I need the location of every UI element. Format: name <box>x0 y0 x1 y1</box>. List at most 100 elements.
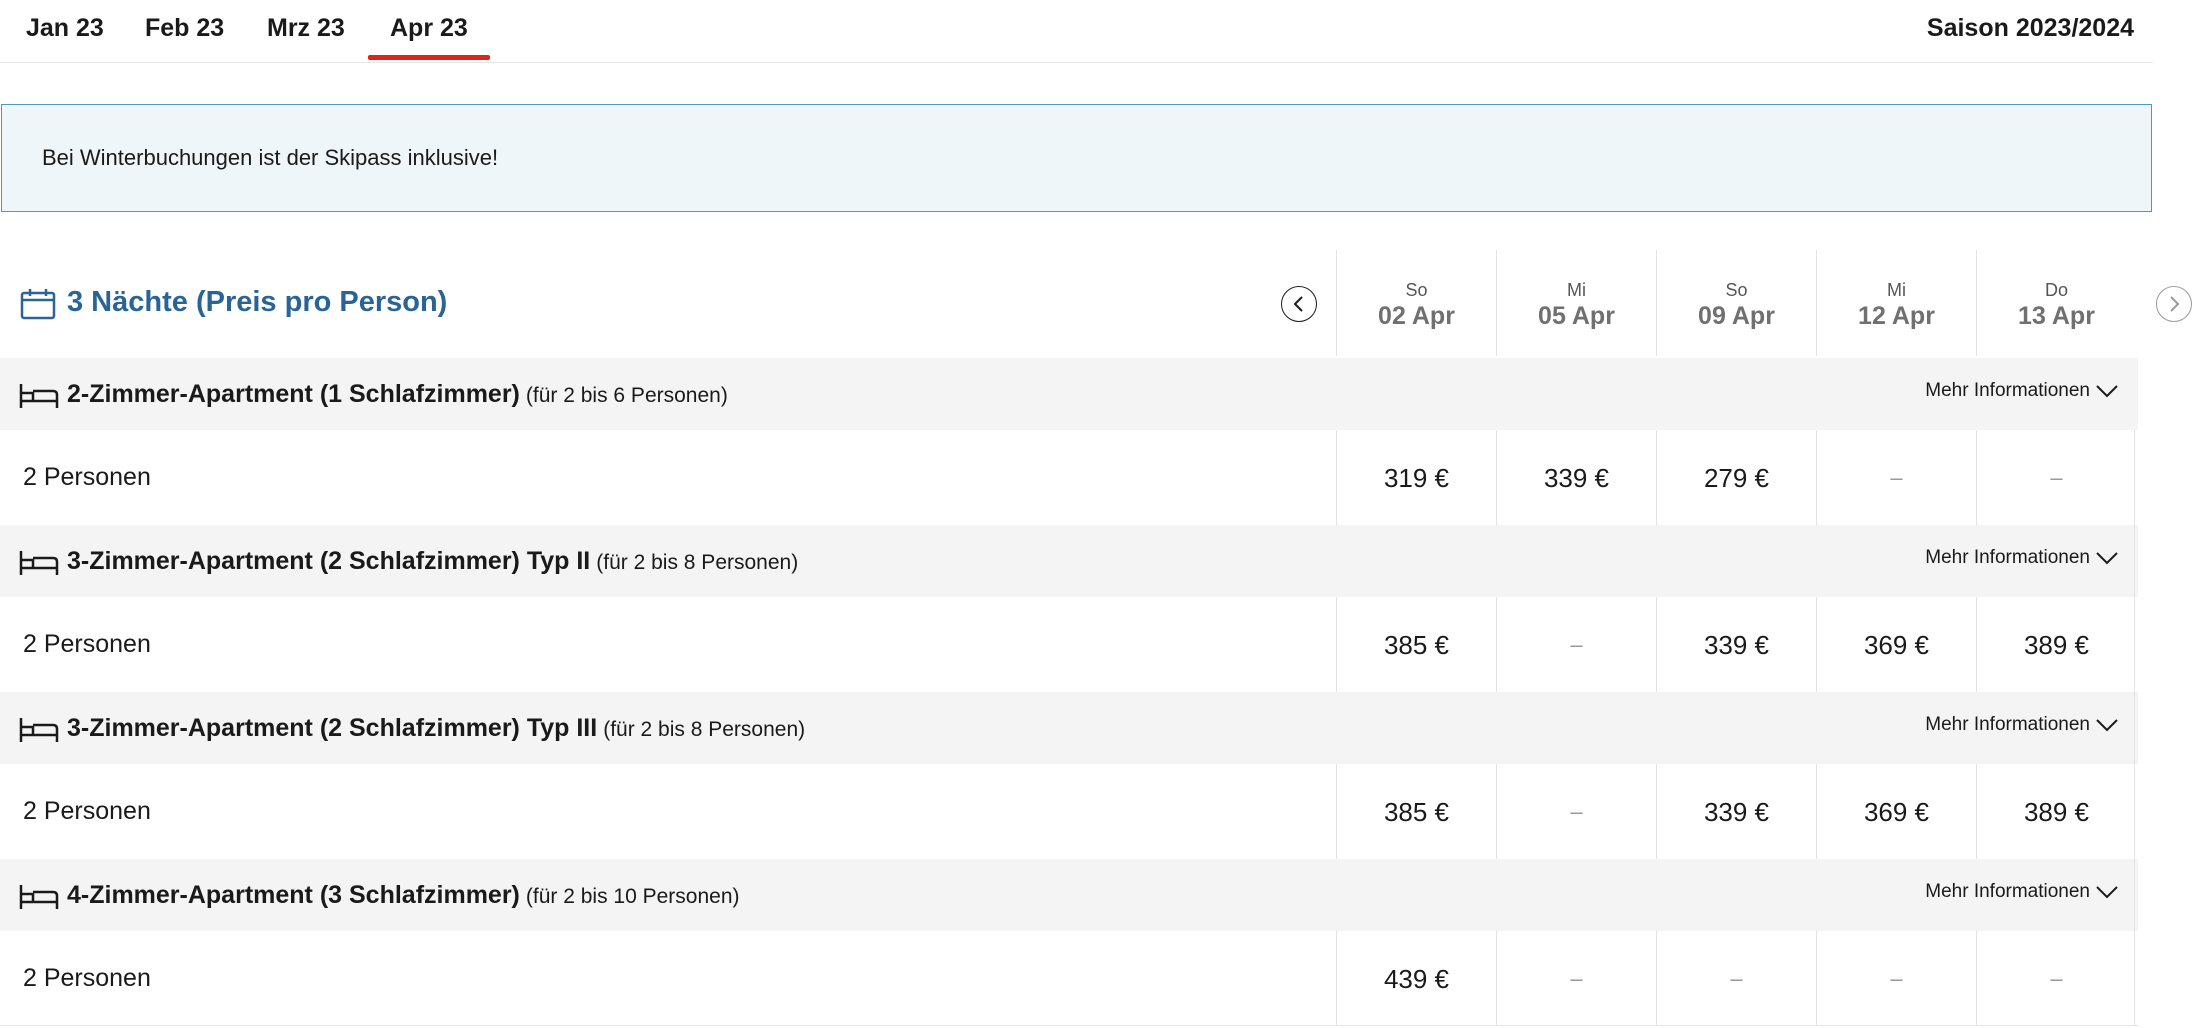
price-cell[interactable]: 339 € <box>1656 764 1816 859</box>
date-weekday: So <box>1405 280 1428 300</box>
more-info-label: Mehr Informationen <box>1925 714 2090 735</box>
price-cell: – <box>1816 931 1976 1026</box>
date-weekday: Mi <box>1567 280 1586 300</box>
chevron-down-icon <box>2096 719 2118 732</box>
more-info-label: Mehr Informationen <box>1925 380 2090 401</box>
category-capacity: (für 2 bis 10 Personen) <box>525 885 740 908</box>
tab-jan-23[interactable]: Jan 23 <box>26 14 104 43</box>
category-name: 4-Zimmer-Apartment (3 Schlafzimmer) (für … <box>67 881 740 910</box>
banner-text: Bei Winterbuchungen ist der Skipass inkl… <box>42 145 499 170</box>
price-unavailable: – <box>2050 465 2063 490</box>
date-label: 12 Apr <box>1858 302 1935 330</box>
price-cell[interactable]: 385 € <box>1336 597 1496 692</box>
persons-label: 2 Personen <box>23 964 151 992</box>
more-info-button[interactable]: Mehr Informationen <box>1925 714 2118 736</box>
price-cell[interactable]: 279 € <box>1656 430 1816 525</box>
next-dates-button[interactable] <box>2156 286 2192 322</box>
price-value: 319 € <box>1383 463 1450 493</box>
date-label: 13 Apr <box>2018 302 2095 330</box>
bed-icon <box>19 384 59 408</box>
category-row: 2-Zimmer-Apartment (1 Schlafzimmer) (für … <box>0 358 2138 430</box>
chevron-down-icon <box>2096 886 2118 899</box>
price-value: 339 € <box>1703 797 1770 827</box>
category-capacity: (für 2 bis 6 Personen) <box>525 384 728 407</box>
month-tabs: Jan 23 Feb 23 Mrz 23 Apr 23 Saison 2023/… <box>0 0 2153 63</box>
price-row: 2 Personen 319 € 339 € 279 € – – <box>0 430 2138 525</box>
price-cell[interactable]: 439 € <box>1336 931 1496 1026</box>
date-weekday: So <box>1725 280 1748 300</box>
price-value: 389 € <box>2023 797 2090 827</box>
price-row: 2 Personen 385 € – 339 € 369 € 389 € <box>0 764 2138 859</box>
price-value: 389 € <box>2023 630 2090 660</box>
price-cell: – <box>1496 931 1656 1026</box>
category-capacity: (für 2 bis 8 Personen) <box>603 718 806 741</box>
price-cell[interactable]: 389 € <box>1976 764 2136 859</box>
bed-icon <box>19 551 59 575</box>
tab-feb-23[interactable]: Feb 23 <box>145 14 224 43</box>
category-row: 3-Zimmer-Apartment (2 Schlafzimmer) Typ … <box>0 525 2138 597</box>
category-name: 2-Zimmer-Apartment (1 Schlafzimmer) (für … <box>67 380 728 409</box>
category-title: 2-Zimmer-Apartment (1 Schlafzimmer) <box>67 380 520 408</box>
date-column: So 09 Apr <box>1656 250 1816 356</box>
chevron-right-icon <box>2170 296 2180 312</box>
category-title: 4-Zimmer-Apartment (3 Schlafzimmer) <box>67 881 520 909</box>
price-cell[interactable]: 389 € <box>1976 597 2136 692</box>
table-right-border <box>2134 430 2135 1025</box>
price-unavailable: – <box>1730 966 1743 991</box>
prev-dates-button[interactable] <box>1281 286 1317 322</box>
price-value: 439 € <box>1383 964 1450 994</box>
price-cell: – <box>1976 931 2136 1026</box>
price-value: 385 € <box>1383 630 1450 660</box>
category-title: 3-Zimmer-Apartment (2 Schlafzimmer) Typ … <box>67 714 598 742</box>
season-label: Saison 2023/2024 <box>1926 14 2134 42</box>
category-title: 3-Zimmer-Apartment (2 Schlafzimmer) Typ … <box>67 547 591 575</box>
price-row: 2 Personen 439 € – – – – <box>0 931 2138 1026</box>
price-row: 2 Personen 385 € – 339 € 369 € 389 € <box>0 597 2138 692</box>
price-cell[interactable]: 319 € <box>1336 430 1496 525</box>
price-cell[interactable]: 369 € <box>1816 597 1976 692</box>
persons-label: 2 Personen <box>23 797 151 825</box>
nights-title: 3 Nächte (Preis pro Person) <box>67 286 448 318</box>
price-table-header: 3 Nächte (Preis pro Person) So 02 Apr Mi… <box>0 250 2202 356</box>
price-unavailable: – <box>2050 966 2063 991</box>
more-info-button[interactable]: Mehr Informationen <box>1925 380 2118 402</box>
price-unavailable: – <box>1570 966 1583 991</box>
table-bottom-border <box>0 1025 2138 1026</box>
persons-label: 2 Personen <box>23 630 151 658</box>
price-value: 369 € <box>1863 630 1930 660</box>
price-cell[interactable]: 339 € <box>1656 597 1816 692</box>
category-capacity: (für 2 bis 8 Personen) <box>596 551 799 574</box>
category-name: 3-Zimmer-Apartment (2 Schlafzimmer) Typ … <box>67 547 798 576</box>
price-cell[interactable]: 369 € <box>1816 764 1976 859</box>
bed-icon <box>19 885 59 909</box>
date-label: 09 Apr <box>1698 302 1775 330</box>
date-column: Do 13 Apr <box>1976 250 2136 356</box>
date-weekday: Do <box>2044 280 2068 300</box>
more-info-button[interactable]: Mehr Informationen <box>1925 547 2118 569</box>
price-value: 279 € <box>1703 463 1770 493</box>
price-cell: – <box>1656 931 1816 1026</box>
more-info-button[interactable]: Mehr Informationen <box>1925 881 2118 903</box>
price-cell: – <box>1496 597 1656 692</box>
price-value: 385 € <box>1383 797 1450 827</box>
date-column: Mi 05 Apr <box>1496 250 1656 356</box>
info-banner: Bei Winterbuchungen ist der Skipass inkl… <box>1 104 2152 212</box>
persons-label: 2 Personen <box>23 463 151 491</box>
price-unavailable: – <box>1890 465 1903 490</box>
category-row: 4-Zimmer-Apartment (3 Schlafzimmer) (für … <box>0 859 2138 931</box>
price-cell: – <box>1496 764 1656 859</box>
price-value: 339 € <box>1703 630 1770 660</box>
date-weekday: Mi <box>1887 280 1906 300</box>
tab-mrz-23[interactable]: Mrz 23 <box>267 14 345 43</box>
price-cell[interactable]: 385 € <box>1336 764 1496 859</box>
chevron-down-icon <box>2096 552 2118 565</box>
calendar-icon <box>20 289 56 320</box>
price-cell[interactable]: 339 € <box>1496 430 1656 525</box>
price-cell: – <box>1976 430 2136 525</box>
price-value: 339 € <box>1543 463 1610 493</box>
chevron-left-icon <box>1293 296 1303 312</box>
price-cell: – <box>1816 430 1976 525</box>
more-info-label: Mehr Informationen <box>1925 547 2090 568</box>
date-column: So 02 Apr <box>1336 250 1496 356</box>
tab-apr-23[interactable]: Apr 23 <box>368 14 490 60</box>
